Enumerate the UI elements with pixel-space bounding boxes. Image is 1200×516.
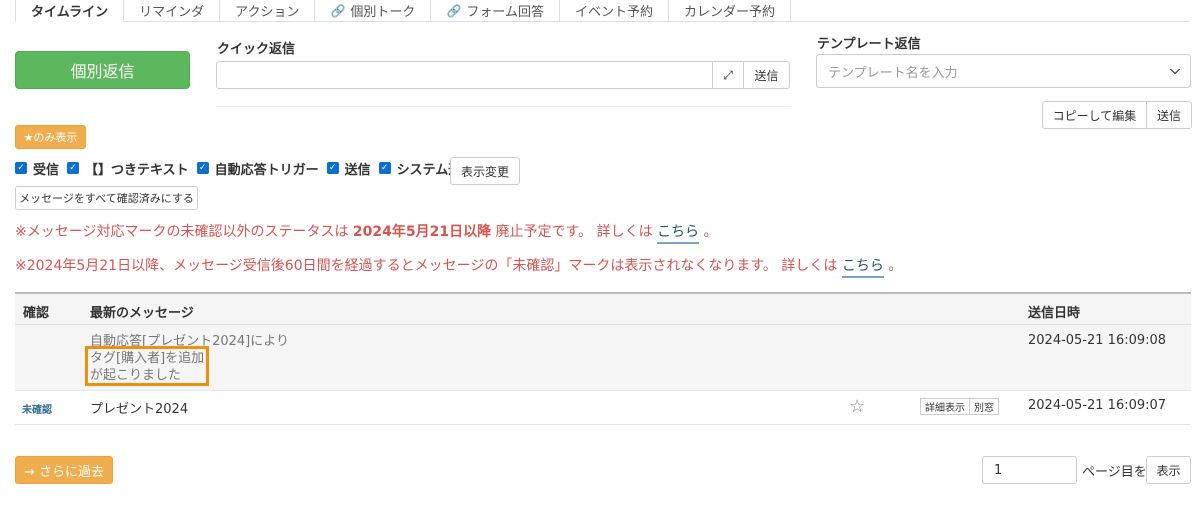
page-label: ページ目を <box>1082 465 1147 480</box>
sent-at: 2024-05-21 16:09:07 <box>1028 398 1167 413</box>
notice-date: 2024年5月21日以降 <box>352 224 492 240</box>
notice-text: ※メッセージ対応マークの未確認以外のステータスは <box>15 224 353 240</box>
tab-reminder[interactable]: リマインダ <box>124 0 221 22</box>
tab-label: イベント予約 <box>575 5 654 20</box>
header-confirm: 確認 <box>23 306 50 321</box>
checkbox-label: 自動応答トリガー <box>214 162 319 178</box>
tab-label: アクション <box>235 5 300 20</box>
checkbox-sent[interactable]: ✓ <box>326 162 339 174</box>
unconfirmed-status[interactable]: 未確認 <box>22 401 52 416</box>
template-send-button[interactable]: 送信 <box>1146 101 1192 129</box>
expand-icon: ⤢ <box>723 67 733 82</box>
chevron-down-icon: ⌵ <box>1170 63 1180 78</box>
notice-text: 。 <box>883 258 903 274</box>
link-icon: 🔗 <box>446 3 462 18</box>
copy-edit-button[interactable]: コピーして編集 <box>1042 101 1147 129</box>
template-select[interactable]: テンプレート名を入力 ⌵ <box>816 54 1191 88</box>
header-latest-message: 最新のメッセージ <box>90 306 194 321</box>
sent-at: 2024-05-21 16:09:08 <box>1028 333 1167 348</box>
table-header: 確認 最新のメッセージ 送信日時 <box>15 292 1191 325</box>
template-placeholder: テンプレート名を入力 <box>828 65 958 81</box>
row-actions: 詳細表示 別窓 <box>920 398 999 415</box>
notice-status-deprecation: ※メッセージ対応マークの未確認以外のステータスは 2024年5月21日以降 廃止… <box>15 221 718 244</box>
notice-text: 廃止予定です。 詳しくは <box>491 224 658 240</box>
tab-label: 個別トーク <box>350 5 416 20</box>
show-page-button[interactable]: 表示 <box>1146 456 1191 484</box>
details-link[interactable]: こちら <box>841 258 884 278</box>
quick-reply-label: クイック返信 <box>217 42 296 57</box>
header-sent-at: 送信日時 <box>1028 306 1081 321</box>
notice-unconfirmed-mark: ※2024年5月21日以降、メッセージ受信後60日間を経過するとメッセージの「未… <box>15 255 903 278</box>
new-window-button[interactable]: 別窓 <box>970 398 999 415</box>
notice-text: ※2024年5月21日以降、メッセージ受信後60日間を経過するとメッセージの「未… <box>15 258 842 274</box>
highlight-box <box>85 346 209 386</box>
checkbox-label: 受信 <box>33 162 60 178</box>
message-table: 確認 最新のメッセージ 送信日時 自動応答[プレゼント2024]により タグ[購… <box>15 292 1191 425</box>
quick-send-button[interactable]: 送信 <box>743 61 790 89</box>
checkbox-label: 送信 <box>344 162 371 178</box>
quick-reply-input[interactable] <box>216 61 713 89</box>
star-only-button[interactable]: ★のみ表示 <box>15 125 86 149</box>
tab-label: カレンダー予約 <box>684 5 776 20</box>
notice-text: 。 <box>699 224 718 240</box>
tab-action[interactable]: アクション <box>220 0 316 22</box>
tab-label: リマインダ <box>139 5 205 20</box>
tab-individual-talk[interactable]: 🔗 個別トーク <box>315 0 432 22</box>
display-change-button[interactable]: 表示変更 <box>450 157 520 185</box>
divider <box>216 106 791 107</box>
confirm-all-button[interactable]: メッセージをすべて確認済みにする <box>15 186 198 210</box>
detail-button[interactable]: 詳細表示 <box>920 398 970 415</box>
tab-event-booking[interactable]: イベント予約 <box>560 0 670 22</box>
checkbox-bracket-text[interactable]: ✓ <box>67 162 80 174</box>
older-messages-button[interactable]: → さらに過去 <box>15 456 113 484</box>
checkbox-auto-trigger[interactable]: ✓ <box>196 162 209 174</box>
tab-label: タイムライン <box>31 5 109 20</box>
tab-calendar-booking[interactable]: カレンダー予約 <box>669 0 792 22</box>
checkbox-label: 【】つきテキスト <box>85 162 189 178</box>
tab-form-answers[interactable]: 🔗 フォーム回答 <box>431 0 561 22</box>
template-reply-label: テンプレート返信 <box>817 37 921 52</box>
link-icon: 🔗 <box>330 3 346 18</box>
checkbox-received[interactable]: ✓ <box>15 162 27 174</box>
individual-reply-button[interactable]: 個別返信 <box>15 51 190 89</box>
star-icon[interactable]: ☆ <box>849 396 865 417</box>
tab-bar: タイムライン リマインダ アクション 🔗 個別トーク 🔗 フォーム回答 イベント予約… <box>15 0 1190 22</box>
table-row: 自動応答[プレゼント2024]により タグ[購入者]を追加 が起こりました 20… <box>15 325 1191 391</box>
tab-timeline[interactable]: タイムライン <box>15 0 125 22</box>
page-number-input[interactable]: 1 <box>982 456 1077 484</box>
details-link[interactable]: こちら <box>657 224 700 244</box>
table-row: 未確認 プレゼント2024 ☆ 詳細表示 別窓 2024-05-21 16:09… <box>15 391 1191 425</box>
checkbox-system-notice[interactable]: ✓ <box>378 162 391 174</box>
filter-checkboxes: ✓ 受信 ✓ 【】つきテキスト ✓ 自動応答トリガー ✓ 送信 ✓ システム通知 <box>15 160 482 178</box>
message-text: プレゼント2024 <box>90 402 189 417</box>
expand-button[interactable]: ⤢ <box>712 61 744 89</box>
tab-label: フォーム回答 <box>466 5 545 20</box>
